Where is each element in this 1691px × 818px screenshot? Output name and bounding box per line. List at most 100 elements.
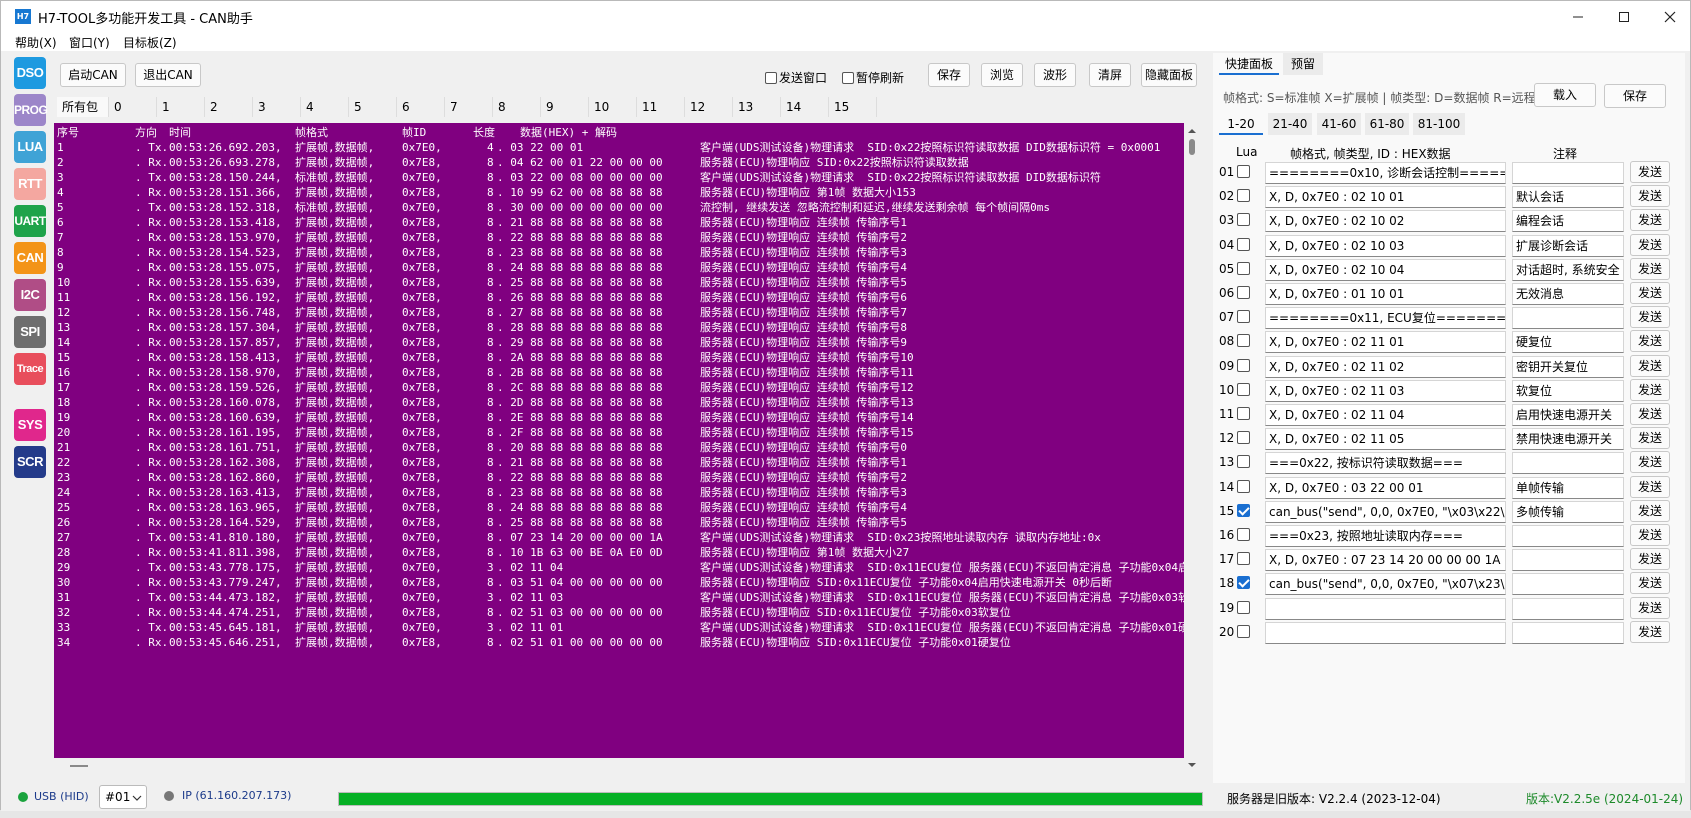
note-input[interactable] — [1512, 162, 1624, 184]
send-button[interactable]: 发送 — [1630, 354, 1670, 377]
menu-target-board[interactable]: 目标板(Z) — [123, 34, 177, 51]
send-button[interactable]: 发送 — [1630, 282, 1670, 304]
frame-data-input[interactable]: X, D, 0x7E0 : 01 10 01 — [1265, 283, 1506, 305]
note-input[interactable] — [1512, 597, 1624, 620]
send-button[interactable]: 发送 — [1630, 185, 1670, 208]
filter-tab-7[interactable]: 7 — [445, 97, 493, 117]
tool-rtt-button[interactable]: RTT — [14, 168, 46, 200]
frame-data-input[interactable] — [1265, 597, 1506, 620]
filter-tab-15[interactable]: 15 — [829, 97, 877, 117]
note-input[interactable]: 编程会话 — [1512, 210, 1624, 233]
lua-checkbox[interactable] — [1237, 552, 1250, 566]
note-input[interactable]: 硬复位 — [1512, 331, 1624, 354]
note-input[interactable] — [1512, 307, 1624, 330]
frame-data-input[interactable]: ========0x11, ECU复位======== — [1265, 307, 1506, 330]
log-vertical-scrollbar[interactable] — [1184, 123, 1200, 773]
note-input[interactable] — [1512, 573, 1624, 596]
frame-data-input[interactable]: can_bus("send", 0,0, 0x7E0, "\x03\x22\x0… — [1265, 500, 1506, 523]
frame-data-input[interactable]: X, D, 0x7E0 : 02 10 04 — [1265, 258, 1506, 281]
send-button[interactable]: 发送 — [1630, 233, 1670, 256]
lua-checkbox[interactable] — [1237, 528, 1250, 541]
tool-uart-button[interactable]: UART — [14, 205, 46, 237]
filter-tab-2[interactable]: 2 — [205, 97, 253, 117]
range-tab-61-80[interactable]: 61-80 — [1365, 113, 1409, 135]
note-input[interactable]: 软复位 — [1512, 379, 1624, 402]
send-button[interactable]: 发送 — [1630, 378, 1670, 401]
lua-checkbox[interactable] — [1237, 600, 1250, 614]
tool-can-button[interactable]: CAN — [14, 242, 46, 274]
load-button[interactable]: 载入 — [1534, 83, 1596, 107]
filter-tab-0[interactable]: 0 — [109, 97, 157, 117]
note-input[interactable] — [1512, 525, 1624, 547]
send-window-checkbox[interactable]: 发送窗口 — [765, 69, 827, 86]
range-tab-41-60[interactable]: 41-60 — [1317, 113, 1361, 135]
range-tab-81-100[interactable]: 81-100 — [1413, 113, 1465, 135]
frame-data-input[interactable]: X, D, 0x7E0 : 02 11 02 — [1265, 355, 1506, 378]
filter-tab-1[interactable]: 1 — [157, 97, 205, 117]
send-button[interactable]: 发送 — [1630, 427, 1670, 450]
tool-scr-button[interactable]: SCR — [14, 446, 46, 478]
send-button[interactable]: 发送 — [1630, 451, 1670, 474]
filter-tab-4[interactable]: 4 — [301, 97, 349, 117]
send-button[interactable]: 发送 — [1630, 161, 1670, 183]
scroll-thumb[interactable] — [1189, 139, 1195, 155]
filter-tab-14[interactable]: 14 — [781, 97, 829, 117]
waveform-button[interactable]: 波形 — [1034, 63, 1076, 87]
tool-i2c-button[interactable]: I2C — [14, 279, 46, 311]
tool-lua-button[interactable]: LUA — [14, 131, 46, 163]
frame-data-input[interactable]: ===0x22, 按标识符读取数据=== — [1265, 452, 1506, 475]
menu-window[interactable]: 窗口(Y) — [69, 34, 110, 51]
frame-data-input[interactable]: X, D, 0x7E0 : 02 10 02 — [1265, 210, 1506, 233]
note-input[interactable]: 对话超时, 系统安全 — [1512, 258, 1624, 281]
lua-checkbox[interactable] — [1237, 455, 1250, 469]
lua-checkbox[interactable] — [1237, 213, 1250, 227]
send-button[interactable]: 发送 — [1630, 620, 1670, 643]
send-button[interactable]: 发送 — [1630, 572, 1670, 595]
send-button[interactable]: 发送 — [1630, 209, 1670, 232]
frame-data-input[interactable]: X, D, 0x7E0 : 02 11 05 — [1265, 428, 1506, 451]
tool-trace-button[interactable]: Trace — [14, 353, 46, 385]
range-tab-1-20[interactable]: 1-20 — [1219, 113, 1263, 135]
panel-save-button[interactable]: 保存 — [1604, 84, 1666, 108]
lua-checkbox[interactable] — [1237, 624, 1250, 638]
scroll-thumb[interactable] — [70, 765, 88, 767]
send-button[interactable]: 发送 — [1630, 306, 1670, 329]
filter-tab-6[interactable]: 6 — [397, 97, 445, 117]
frame-data-input[interactable] — [1265, 621, 1506, 644]
filter-tab-11[interactable]: 11 — [637, 97, 685, 117]
tool-sys-button[interactable]: SYS — [14, 409, 46, 441]
send-button[interactable]: 发送 — [1630, 330, 1670, 353]
note-input[interactable]: 无效消息 — [1512, 283, 1624, 305]
note-input[interactable]: 禁用快速电源开关 — [1512, 428, 1624, 451]
lua-checkbox[interactable] — [1237, 286, 1250, 299]
scroll-up-icon[interactable] — [1184, 125, 1200, 137]
maximize-button[interactable] — [1601, 1, 1647, 31]
lua-checkbox[interactable] — [1237, 310, 1250, 324]
filter-tab-12[interactable]: 12 — [685, 97, 733, 117]
filter-tab-9[interactable]: 9 — [541, 97, 589, 117]
note-input[interactable] — [1512, 621, 1624, 644]
checkbox-box[interactable] — [765, 72, 777, 84]
tool-prog-button[interactable]: PROG — [14, 94, 48, 126]
note-input[interactable] — [1512, 452, 1624, 475]
note-input[interactable]: 扩展诊断会话 — [1512, 234, 1624, 257]
send-button[interactable]: 发送 — [1630, 548, 1670, 571]
frame-data-input[interactable]: X, D, 0x7E0 : 02 10 03 — [1265, 234, 1506, 257]
send-button[interactable]: 发送 — [1630, 524, 1670, 546]
device-select[interactable]: #01 — [99, 785, 147, 809]
lua-checkbox[interactable] — [1237, 382, 1250, 396]
send-button[interactable]: 发送 — [1630, 257, 1670, 280]
frame-data-input[interactable]: X, D, 0x7E0 : 03 22 00 01 — [1265, 476, 1506, 499]
lua-checkbox[interactable] — [1237, 189, 1250, 203]
lua-checkbox[interactable] — [1237, 576, 1250, 590]
lua-checkbox[interactable] — [1237, 431, 1250, 445]
note-input[interactable]: 密钥开关复位 — [1512, 355, 1624, 378]
filter-tab-8[interactable]: 8 — [493, 97, 541, 117]
can-log-view[interactable]: 序号 方向 时间 帧格式 帧ID 长度 数据(HEX) + 解码 1. Tx. 0… — [54, 123, 1184, 758]
hide-panel-button[interactable]: 隐藏面板 — [1141, 63, 1197, 87]
frame-data-input[interactable]: X, D, 0x7E0 : 02 11 03 — [1265, 379, 1506, 402]
filter-tab-all[interactable]: 所有包 — [57, 97, 109, 117]
lua-checkbox[interactable] — [1237, 407, 1250, 420]
lua-checkbox[interactable] — [1237, 503, 1250, 517]
lua-checkbox[interactable] — [1237, 165, 1250, 178]
